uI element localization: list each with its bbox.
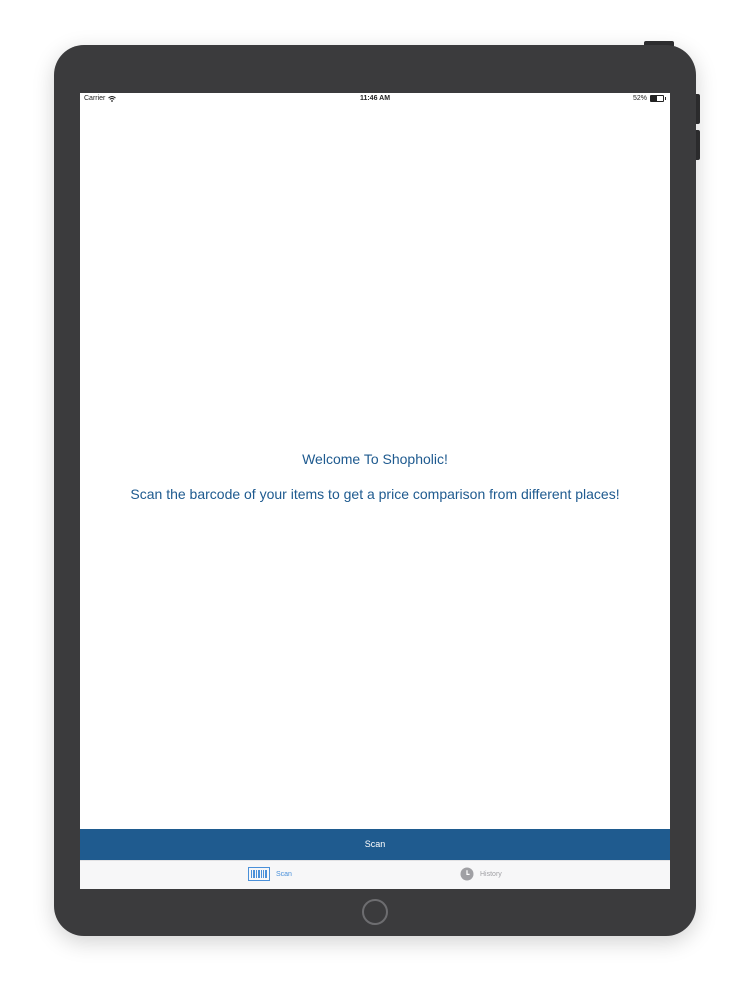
tab-history[interactable]: History: [460, 867, 502, 881]
volume-down-button: [696, 130, 700, 160]
status-time: 11:46 AM: [359, 95, 391, 102]
battery-fill: [651, 96, 658, 101]
tab-bar: Scan History: [80, 860, 670, 889]
barcode-icon: [248, 867, 270, 881]
app-screen: Carrier 11:46 AM 52% Welcome To Shopholi…: [80, 93, 670, 889]
welcome-title: Welcome To Shopholic!: [302, 451, 448, 467]
welcome-subtitle: Scan the barcode of your items to get a …: [130, 486, 620, 502]
volume-up-button: [696, 94, 700, 124]
battery-icon: [650, 95, 664, 102]
tab-scan-label: Scan: [276, 870, 292, 878]
clock-icon: [460, 867, 474, 881]
battery-tip: [665, 97, 666, 100]
status-battery: 52%: [633, 95, 666, 102]
battery-percent: 52%: [632, 95, 647, 102]
tab-history-label: History: [480, 870, 502, 878]
home-button[interactable]: [362, 899, 388, 925]
status-bar: Carrier 11:46 AM 52%: [80, 93, 670, 105]
scan-button[interactable]: Scan: [80, 829, 670, 860]
tab-scan[interactable]: Scan: [248, 867, 292, 881]
